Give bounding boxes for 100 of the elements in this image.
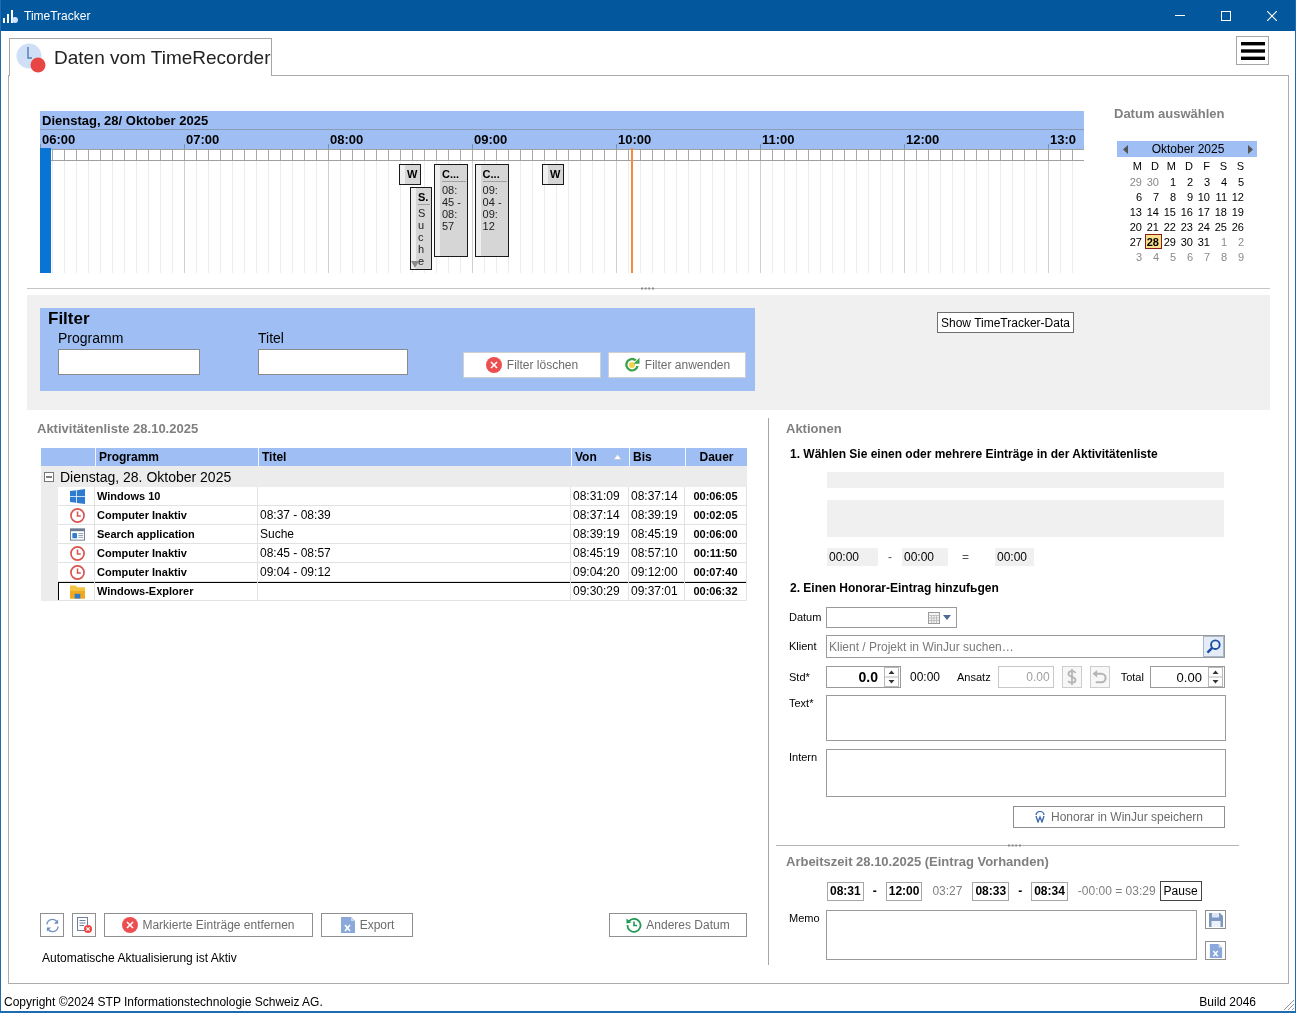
weekday-label: M (1165, 159, 1177, 174)
caret-left-icon[interactable] (1123, 144, 1128, 154)
tab[interactable]: Daten vom TimeRecorder (9, 38, 272, 76)
calendar-day[interactable]: 21 (1145, 219, 1162, 234)
save-fee-button[interactable]: Honorar in WinJur speichern (1013, 806, 1225, 828)
calendar-day[interactable]: 9 (1179, 189, 1196, 204)
resize-grip-icon[interactable] (1283, 999, 1294, 1010)
table-row[interactable]: Windows-Explorer 09:30:29 09:37:01 00:06:32 (58, 582, 747, 601)
calendar-day[interactable]: 12 (1230, 189, 1247, 204)
end-time-field[interactable]: 12:00 (885, 881, 923, 901)
calendar-day[interactable]: 3 (1196, 174, 1213, 189)
calendar-day[interactable]: 6 (1179, 249, 1196, 264)
calendar-day[interactable]: 24 (1196, 219, 1213, 234)
other-date-button[interactable]: Anderes Datum (609, 913, 747, 937)
bar-chart-icon (3, 8, 18, 23)
step-heading: 2. Einen Honorar-Eintrag hinzufьgen (789, 580, 999, 596)
table-row[interactable]: Computer Inaktiv 09:04 - 09:12 09:04:20 09:12:00 00:07:40 (58, 563, 747, 582)
timeline-event[interactable]: C... 09:04 - 09:12 (474, 164, 509, 257)
calendar-day[interactable]: 6 (1128, 189, 1145, 204)
memo-field[interactable] (826, 910, 1197, 960)
calendar-day[interactable]: 8 (1162, 189, 1179, 204)
table-row[interactable]: Computer Inaktiv 08:45 - 08:57 08:45:19 08:57:10 00:11:50 (58, 544, 747, 563)
delete-list-button[interactable] (72, 913, 96, 937)
calendar-day[interactable]: 16 (1179, 204, 1196, 219)
timeline-event[interactable]: C... 08:45 - 08:57 (433, 164, 468, 257)
calendar-day[interactable]: 4 (1213, 174, 1230, 189)
end-time-field[interactable]: 08:34 (1031, 881, 1068, 901)
date-picker-field[interactable] (826, 607, 957, 628)
calendar-day[interactable]: 30 (1179, 234, 1196, 249)
calendar-day[interactable]: 7 (1145, 189, 1162, 204)
delete-button[interactable] (1205, 941, 1226, 960)
apply-filter-button[interactable]: Filter anwenden (608, 352, 746, 378)
text-field[interactable] (826, 695, 1226, 741)
calendar-day[interactable]: 15 (1162, 204, 1179, 219)
calendar-day[interactable]: 11 (1213, 189, 1230, 204)
calendar-day[interactable]: 25 (1213, 219, 1230, 234)
remove-entries-button[interactable]: Markierte Einträge entfernen (104, 913, 313, 937)
calendar-day[interactable]: 27 (1128, 234, 1145, 249)
table-row[interactable]: Computer Inaktiv 08:37 - 08:39 08:37:14 08:39:19 00:02:05 (58, 506, 747, 525)
calendar-day[interactable]: 10 (1196, 189, 1213, 204)
show-data-button[interactable]: Show TimeTracker-Data (937, 312, 1074, 333)
search-button[interactable] (1203, 636, 1224, 657)
calendar-day[interactable]: 5 (1230, 174, 1247, 189)
hours-spin-field[interactable]: 0.0 (826, 666, 901, 688)
filter-input[interactable] (258, 349, 408, 375)
calendar-day[interactable]: 31 (1196, 234, 1213, 249)
calendar-day[interactable]: 13 (1128, 204, 1145, 219)
clear-filter-button[interactable]: Filter löschen (463, 352, 601, 378)
calendar-day[interactable]: 23 (1179, 219, 1196, 234)
calendar-day[interactable]: 5 (1162, 249, 1179, 264)
calendar-day[interactable]: 22 (1162, 219, 1179, 234)
timeline-event[interactable]: S. Suche (409, 187, 432, 270)
splitter-grip-icon[interactable] (1008, 844, 1021, 847)
refresh-button[interactable] (40, 913, 64, 937)
calendar-day[interactable]: 18 (1213, 204, 1230, 219)
calendar-day[interactable]: 29 (1128, 174, 1145, 189)
field-label: Datum (789, 610, 823, 625)
calendar-day[interactable]: 1 (1162, 174, 1179, 189)
export-button[interactable]: Export (321, 913, 413, 937)
event-label: S. (417, 190, 430, 205)
weekday-label: S (1218, 159, 1228, 174)
start-time-field[interactable]: 08:31 (827, 881, 864, 901)
client-search-field[interactable]: Klient / Projekt in WinJur suchen… (826, 635, 1225, 658)
spin-arrows-icon[interactable] (884, 667, 899, 687)
calendar-day[interactable]: 2 (1230, 234, 1247, 249)
calendar-day[interactable]: 26 (1230, 219, 1247, 234)
start-time-field[interactable]: 08:33 (972, 881, 1010, 901)
refresh-icon (623, 357, 640, 373)
total-spin-field[interactable]: 0.00 (1149, 666, 1225, 688)
internal-note-field[interactable] (826, 749, 1226, 797)
calendar-day[interactable]: 14 (1145, 204, 1162, 219)
spin-arrows-icon[interactable] (1207, 667, 1223, 687)
menu-button[interactable] (1236, 36, 1269, 65)
table-row[interactable]: Windows 10 08:31:09 08:37:14 00:06:05 (58, 487, 747, 506)
logo-icon (1034, 811, 1045, 823)
dash-separator: - (1018, 884, 1023, 898)
calendar-day[interactable]: 17 (1196, 204, 1213, 219)
field-label: Memo (789, 911, 821, 925)
calendar-day[interactable]: 20 (1128, 219, 1145, 234)
calendar-day[interactable]: 8 (1213, 249, 1230, 264)
calendar-day[interactable]: 2 (1179, 174, 1196, 189)
calendar-day[interactable]: 29 (1162, 234, 1179, 249)
calendar-day[interactable]: 1 (1213, 234, 1230, 249)
pause-button[interactable]: Pause (1159, 881, 1202, 901)
timeline-event[interactable]: W (399, 164, 422, 185)
collapse-icon[interactable] (44, 471, 54, 482)
calendar-day[interactable]: 3 (1128, 249, 1145, 264)
calendar-day[interactable]: 7 (1196, 249, 1213, 264)
caret-right-icon[interactable] (1248, 144, 1253, 154)
timeline-event[interactable]: W (542, 164, 564, 185)
save-button[interactable] (1205, 910, 1226, 929)
weekday-label: F (1202, 159, 1211, 174)
filter-input[interactable] (58, 349, 200, 375)
calendar-day[interactable]: 30 (1145, 174, 1162, 189)
splitter-grip-icon[interactable] (641, 287, 654, 290)
calendar-day[interactable]: 19 (1230, 204, 1247, 219)
calendar-day[interactable]: 9 (1230, 249, 1247, 264)
clock-icon (69, 545, 85, 561)
table-row[interactable]: Search application Suche 08:39:19 08:45:19 00:06:00 (58, 525, 747, 544)
calendar-day[interactable]: 28 (1145, 234, 1162, 249)
